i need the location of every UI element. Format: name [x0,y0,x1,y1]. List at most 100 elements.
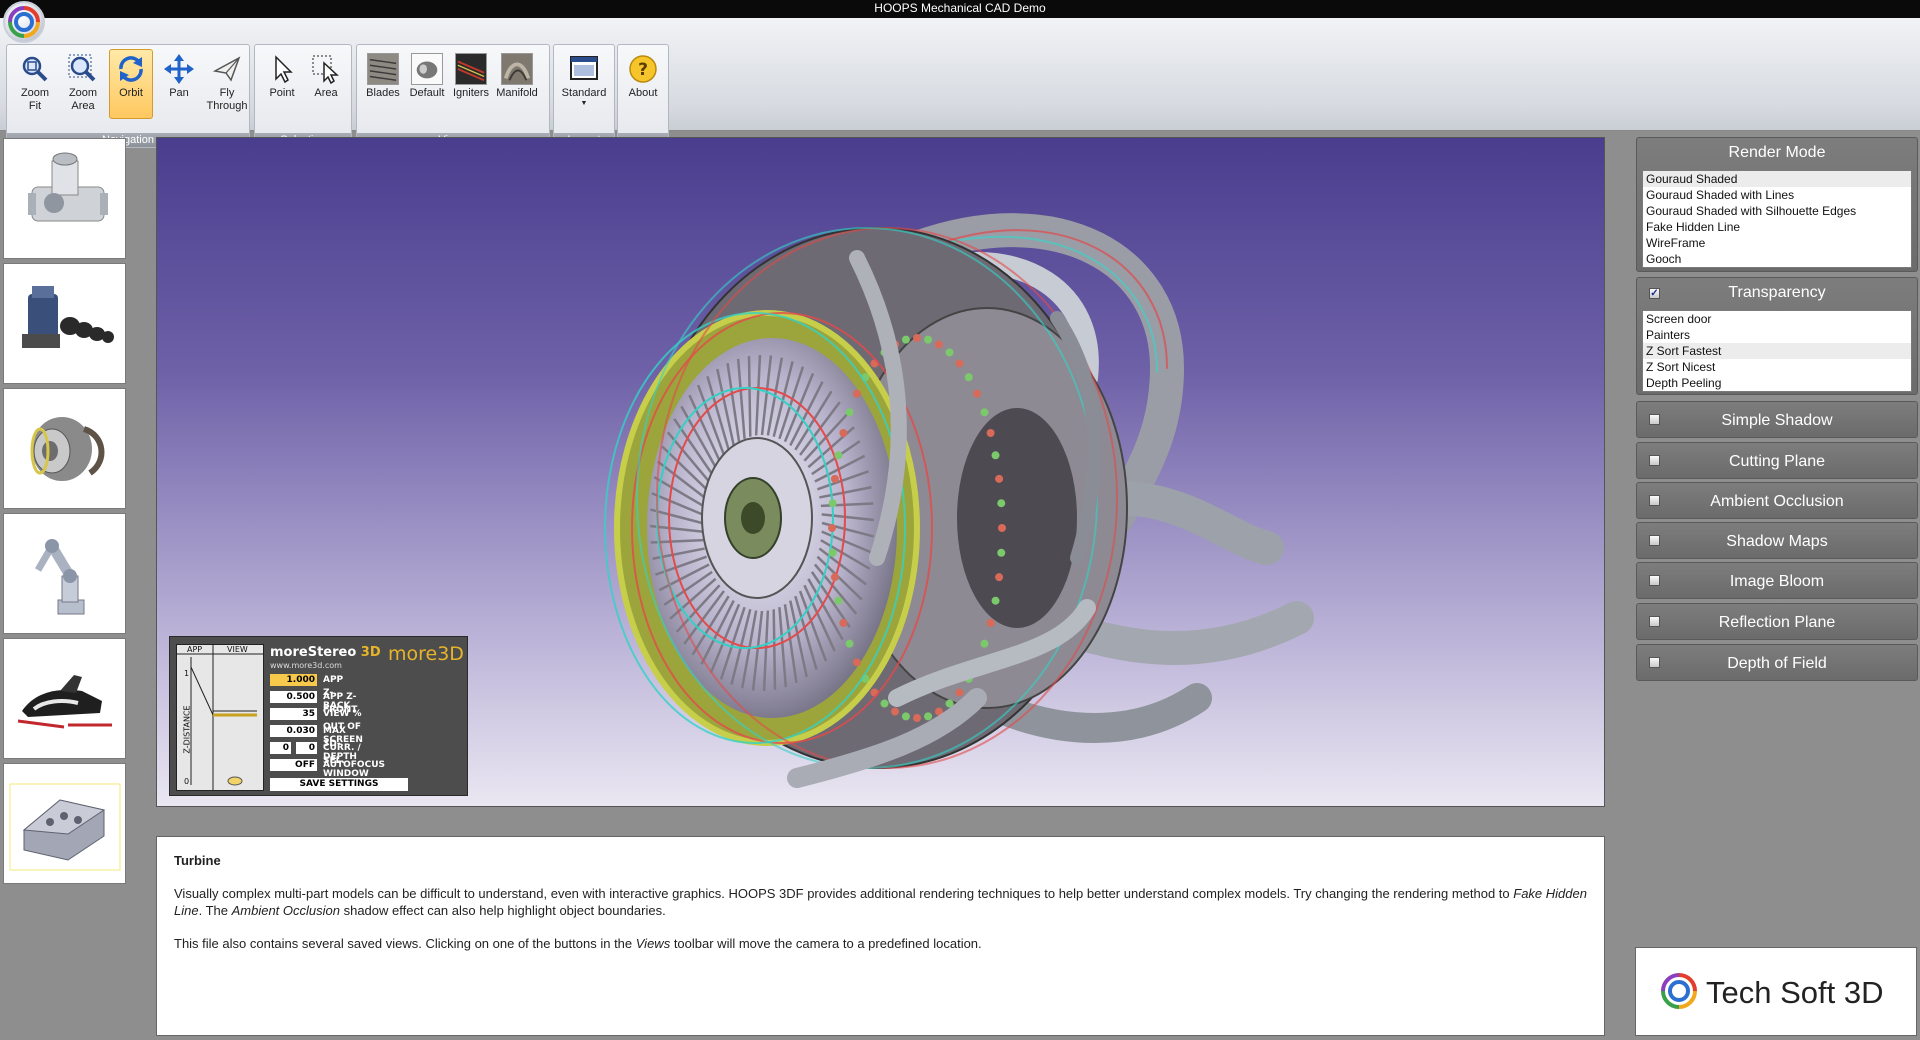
depth-of-field-toggle[interactable]: Depth of Field [1636,644,1918,681]
ambient-occlusion-toggle[interactable]: Ambient Occlusion [1636,482,1918,519]
reflection-plane-toggle[interactable]: Reflection Plane [1636,603,1918,640]
shadow-maps-checkbox[interactable] [1649,535,1660,546]
tech-soft-3d-wordmark: Tech Soft 3D [1706,975,1884,1010]
save-settings-button[interactable]: SAVE SETTINGS [270,778,408,791]
zoom-area-icon [68,54,96,82]
ribbon-group-layout: Standard ▼ Layout [553,44,615,148]
render-mode-option[interactable]: Gouraud Shaded [1643,171,1911,187]
about-button[interactable]: ? About [621,49,665,119]
transparency-checkbox[interactable]: ✓ [1649,288,1660,299]
valve-model-thumbnail[interactable] [3,138,126,259]
z-distance-graph: APP VIEW 1 0 Z-DISTANCE [176,644,264,791]
current-window-input[interactable]: 0 [270,742,291,754]
render-mode-option[interactable]: Gouraud Shaded with Lines [1643,187,1911,203]
desc-p1-text-c: shadow effect can also help highlight ob… [339,903,666,918]
window-title-bar: HOOPS Mechanical CAD Demo [0,0,1920,18]
zoom-fit-button[interactable]: Zoom Fit [13,49,57,119]
layout-standard-dropdown[interactable]: Standard ▼ [560,49,608,119]
reflection-plane-checkbox[interactable] [1649,616,1660,627]
snowmobile-model-image [17,675,112,729]
view-igniters-label: Igniters [452,87,490,99]
autofocus-label: AUTOFOCUS [323,760,385,770]
render-mode-option[interactable]: Gouraud Shaded with Silhouette Edges [1643,203,1911,219]
model-title: Turbine [174,853,221,868]
zoom-fit-icon [22,56,48,82]
about-label: About [628,87,658,99]
orbit-button[interactable]: Orbit [109,49,153,119]
ribbon-group-about: ? About [617,44,669,148]
selected-window-input[interactable]: 0 [296,742,317,754]
image-bloom-toggle[interactable]: Image Bloom [1636,562,1918,599]
simple-shadow-toggle[interactable]: Simple Shadow [1636,401,1918,438]
orbit-label: Orbit [119,87,143,99]
desc-p2-text-b: toolbar will move the camera to a predef… [670,936,982,951]
fly-through-button[interactable]: Fly Through [205,49,249,119]
image-bloom-label: Image Bloom [1729,573,1825,590]
default-view-thumbnail [411,53,443,85]
area-select-button[interactable]: Area [304,49,348,119]
cutting-plane-toggle[interactable]: Cutting Plane [1636,442,1918,479]
desc-p1-text-b: . The [198,903,232,918]
transparency-section: ✓ Transparency Screen door Painters Z So… [1636,277,1918,395]
model-thumbnail-panel [0,132,130,1040]
engine-model-thumbnail[interactable] [3,263,126,384]
view-default-button[interactable]: Default [405,49,449,119]
turbine-model-thumbnail[interactable] [3,388,126,509]
description-paragraph-1: Visually complex multi-part models can b… [174,885,1587,919]
image-bloom-checkbox[interactable] [1649,575,1660,586]
view-igniters-button[interactable]: Igniters [449,49,493,119]
max-3d-depth-input[interactable]: 0.030 [270,725,317,737]
depth-of-field-label: Depth of Field [1727,655,1827,672]
snowmobile-model-thumbnail[interactable] [3,638,126,759]
help-icon: ? [629,55,657,83]
model-description-panel: Turbine Visually complex multi-part mode… [156,836,1605,1036]
chevron-down-icon: ▼ [580,100,588,107]
shadow-maps-toggle[interactable]: Shadow Maps [1636,522,1918,559]
pan-icon [164,54,194,84]
turbine-model-image [30,417,105,481]
engine-block-model-thumbnail[interactable] [3,763,126,884]
desc-p1-text-a: Visually complex multi-part models can b… [174,886,1514,901]
transparency-title: Transparency [1728,284,1826,301]
pan-button[interactable]: Pan [157,49,201,119]
cutting-plane-checkbox[interactable] [1649,455,1660,466]
3d-viewport[interactable]: APP VIEW 1 0 Z-DISTANCE moreStereo 3D ww… [156,137,1605,807]
valve-model-image [28,152,108,222]
ambient-occlusion-checkbox[interactable] [1649,495,1660,506]
paper-plane-icon [212,56,241,82]
render-mode-option[interactable]: WireFrame [1643,235,1911,251]
graph-bottom-label: 0 [184,777,190,786]
transparency-option[interactable]: Painters [1643,327,1911,343]
robot-arm-model-thumbnail[interactable] [3,513,126,634]
desc-p2-text-a: This file also contains several saved vi… [174,936,636,951]
app-z-back-input[interactable]: 1.000 [270,674,317,686]
render-mode-option[interactable]: Gooch [1643,251,1911,267]
render-mode-section: Render Mode Gouraud Shaded Gouraud Shade… [1636,137,1918,272]
app-logo-icon[interactable] [3,1,45,43]
point-select-button[interactable]: Point [260,49,304,119]
transparency-option[interactable]: Z Sort Nicest [1643,359,1911,375]
more3d-url[interactable]: www.more3d.com [270,661,342,670]
view-manifold-label: Manifold [496,87,538,99]
zoom-area-button[interactable]: Zoom Area [61,49,105,119]
depth-of-field-checkbox[interactable] [1649,657,1660,668]
morestereo-brand: moreStereo 3D [270,645,381,660]
transparency-list[interactable]: Screen door Painters Z Sort Fastest Z So… [1642,310,1912,392]
app-z-front-input[interactable]: 0.500 [270,691,317,703]
graph-axis-label: Z-DISTANCE [182,705,192,754]
autofocus-toggle[interactable]: OFF [270,759,317,771]
view-blades-button[interactable]: Blades [361,49,405,119]
simple-shadow-checkbox[interactable] [1649,414,1660,425]
render-mode-option[interactable]: Fake Hidden Line [1643,219,1911,235]
transparency-option[interactable]: Z Sort Fastest [1643,343,1911,359]
igniters-view-thumbnail [455,53,487,85]
area-select-icon [312,55,339,85]
blades-view-thumbnail [367,53,399,85]
zoom-area-label: Zoom Area [68,87,98,112]
render-mode-list[interactable]: Gouraud Shaded Gouraud Shaded with Lines… [1642,170,1912,268]
view-out-of-screen-input[interactable]: 35 [270,708,317,720]
transparency-option[interactable]: Depth Peeling [1643,375,1911,391]
transparency-option[interactable]: Screen door [1643,311,1911,327]
view-manifold-button[interactable]: Manifold [495,49,539,119]
description-paragraph-2: This file also contains several saved vi… [174,935,1587,952]
